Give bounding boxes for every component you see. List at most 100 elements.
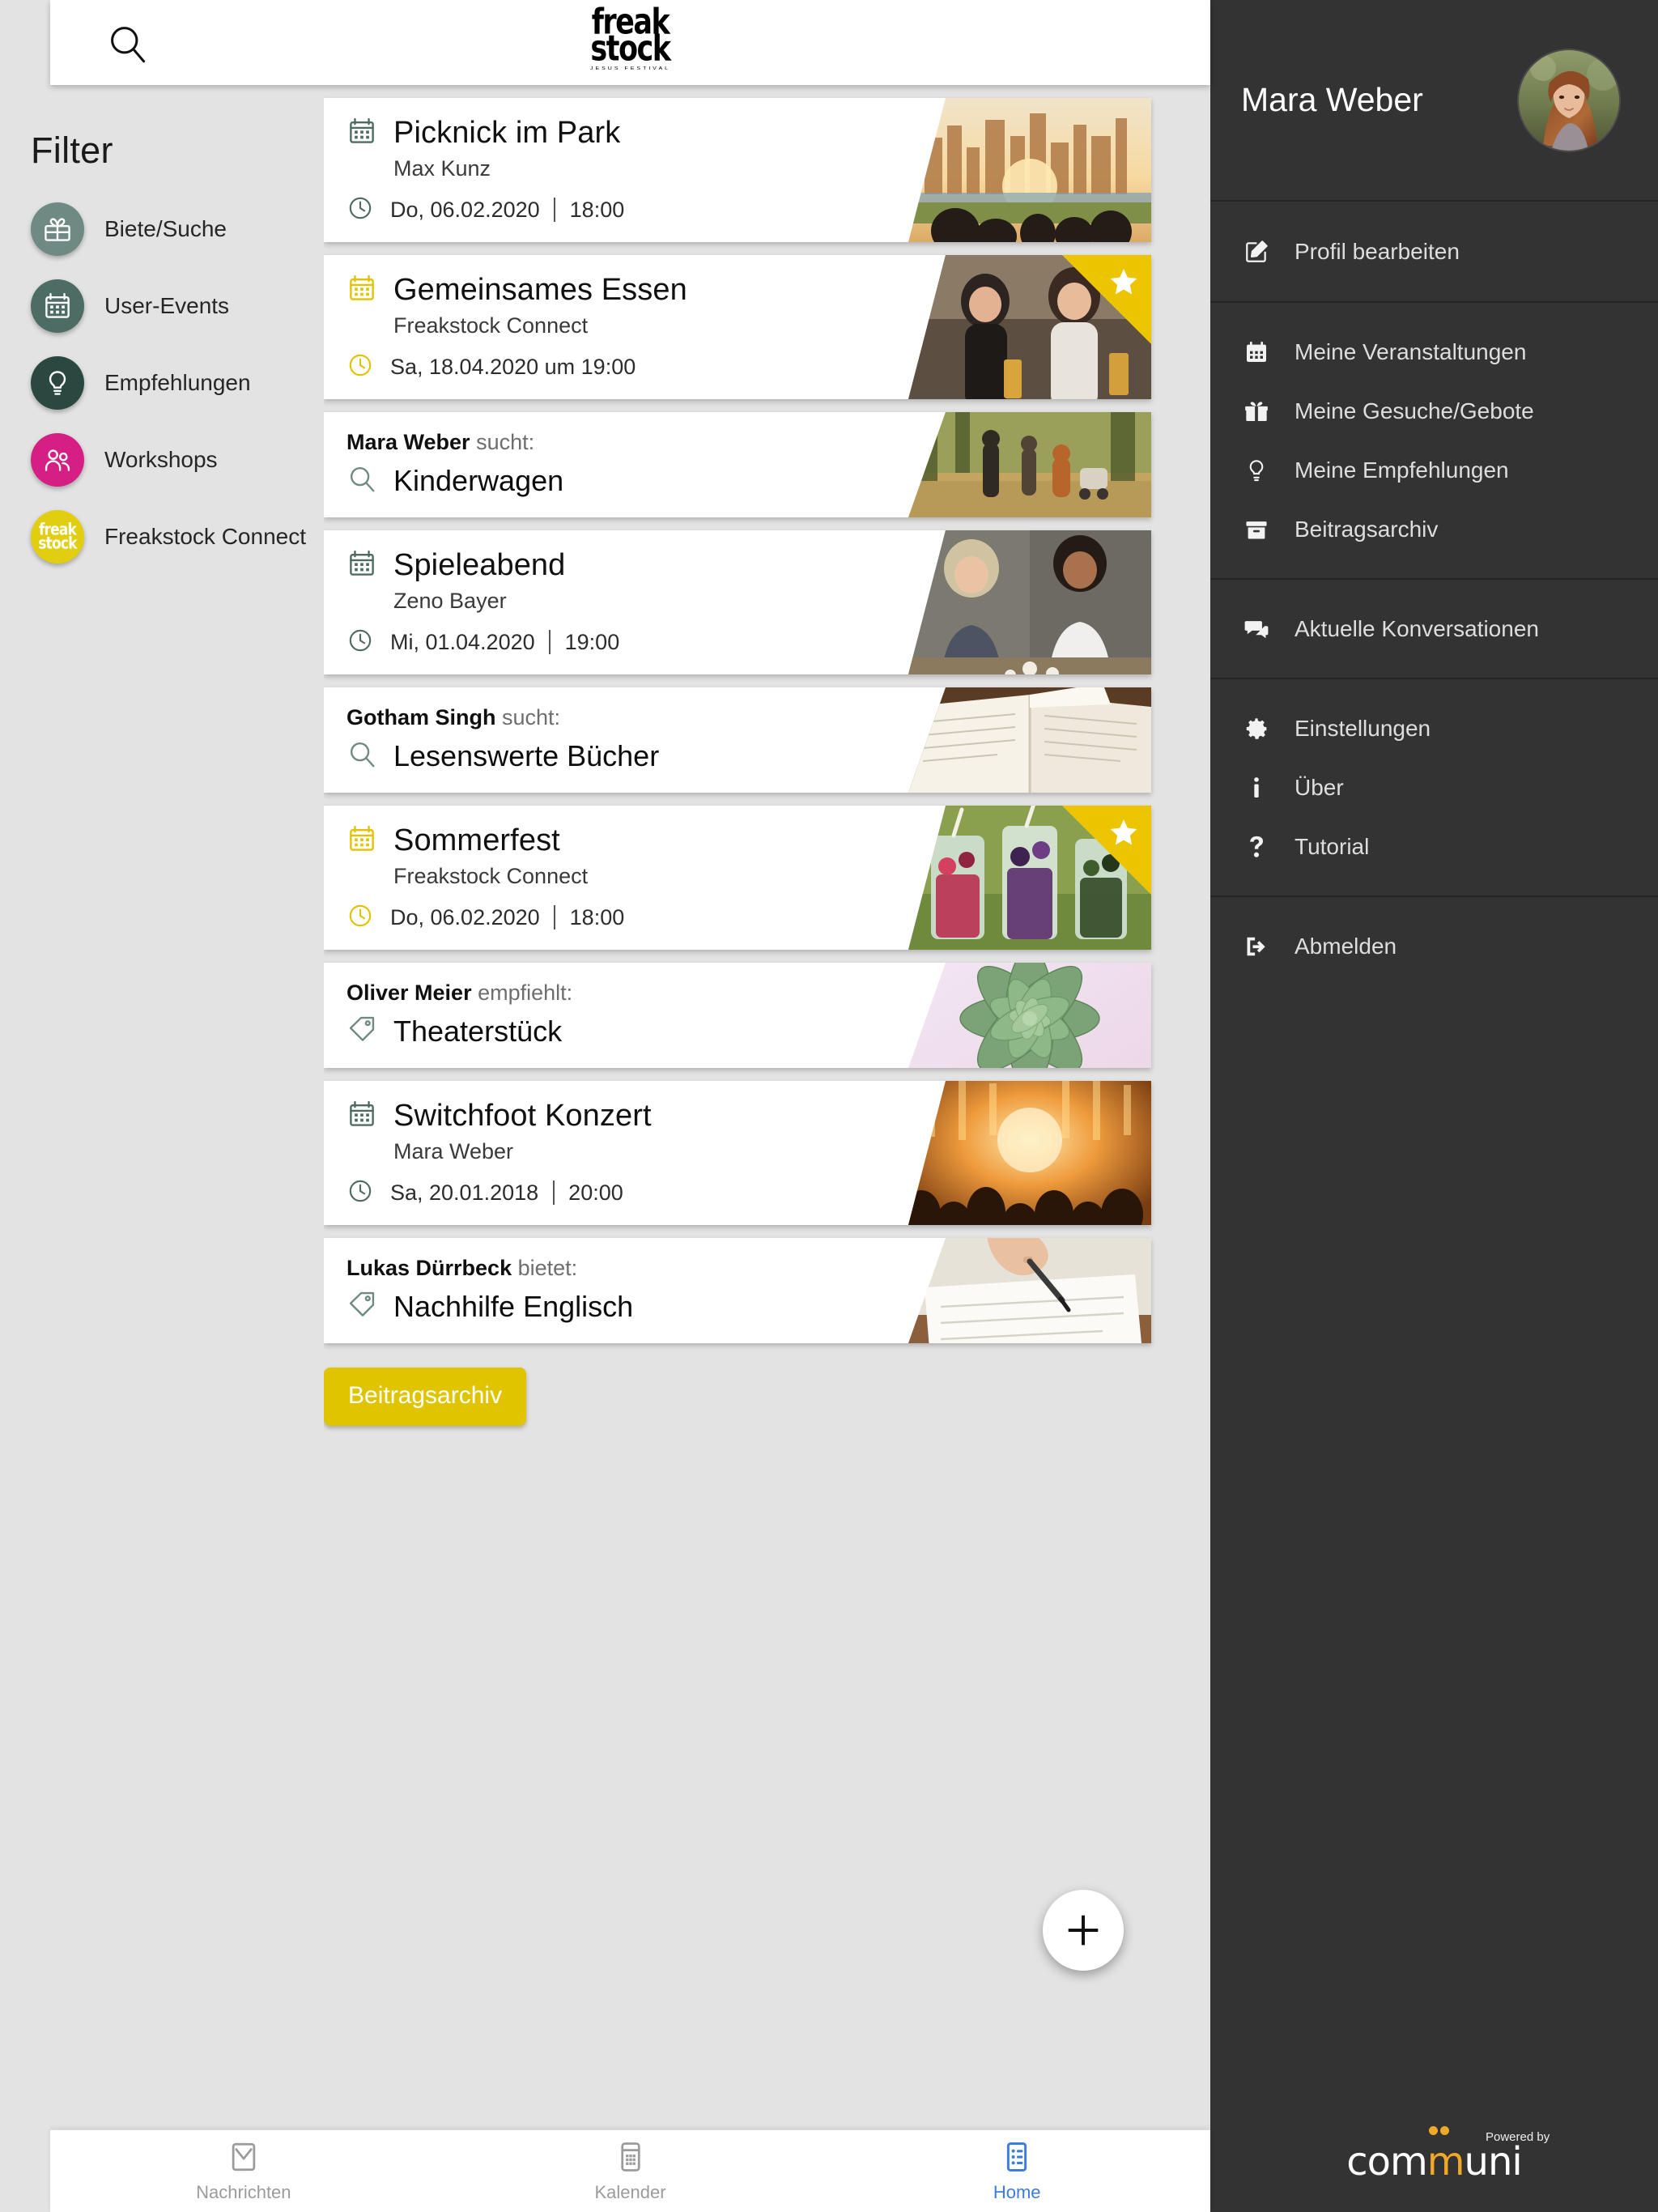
- nav-item-nachrichten[interactable]: Nachrichten: [50, 2139, 437, 2203]
- communi-footer-logo: Powered by com muni: [1210, 2126, 1658, 2184]
- card-date-row: Sa, 20.01.2018 20:00: [346, 1177, 1151, 1209]
- sidebar-item-meine-veranstaltungen[interactable]: Meine Veranstaltungen: [1210, 322, 1658, 381]
- clock-icon: [346, 627, 374, 658]
- communi-m: m: [1427, 2126, 1465, 2184]
- feed-card[interactable]: Mara Weber sucht: Kinderwagen: [324, 412, 1151, 517]
- feed-card[interactable]: Switchfoot Konzert Mara Weber Sa, 20.01.…: [324, 1081, 1151, 1225]
- card-body: Lukas Dürrbeck bietet: Nachhilfe Englisc…: [324, 1238, 1151, 1343]
- card-date-row: Sa, 18.04.2020 um 19:00: [346, 351, 1151, 383]
- card-body: Picknick im Park Max Kunz Do, 06.02.2020…: [324, 98, 1151, 242]
- calendar-icon: [1241, 339, 1272, 365]
- filter-item-workshops[interactable]: Workshops: [31, 433, 324, 487]
- card-title: Picknick im Park: [393, 116, 621, 150]
- calendar-icon: [346, 548, 377, 583]
- sidebar-item-profil-bearbeiten[interactable]: Profil bearbeiten: [1210, 221, 1658, 282]
- filter-item-empfehlungen[interactable]: Empfehlungen: [31, 356, 324, 410]
- sidebar-item-label: Einstellungen: [1295, 715, 1431, 741]
- card-author-line: Oliver Meier empfiehlt:: [346, 981, 1151, 1006]
- filter-item-label: Freakstock Connect: [104, 524, 306, 549]
- sidebar-item-aktuelle-konversationen[interactable]: Aktuelle Konversationen: [1210, 599, 1658, 658]
- group-pad: [1210, 976, 1658, 995]
- freakstock-logo-icon: freak stock: [31, 510, 84, 564]
- search-icon[interactable]: [99, 15, 155, 71]
- sidebar-item-beitragsarchiv[interactable]: Beitragsarchiv: [1210, 500, 1658, 559]
- card-owner: Zeno Bayer: [393, 589, 507, 613]
- card-title: Lesenswerte Bücher: [393, 738, 660, 772]
- card-title-row: Switchfoot Konzert: [346, 1099, 1151, 1134]
- archive-box-icon: [1241, 517, 1272, 542]
- filter-item-freakstock-connect[interactable]: freak stock Freakstock Connect: [31, 510, 324, 564]
- sidebar-item-label: Beitragsarchiv: [1295, 516, 1439, 542]
- card-body: Oliver Meier empfiehlt: Theaterstück: [324, 963, 1151, 1068]
- nav-item-kalender[interactable]: Kalender: [437, 2139, 824, 2203]
- feed-card[interactable]: Gotham Singh sucht: Lesenswerte Bücher: [324, 687, 1151, 793]
- card-title: Gemeinsames Essen: [393, 273, 687, 307]
- feed-card[interactable]: Oliver Meier empfiehlt: Theaterstück: [324, 963, 1151, 1068]
- card-body: Gotham Singh sucht: Lesenswerte Bücher: [324, 687, 1151, 793]
- communi-pre: com: [1346, 2139, 1428, 2184]
- profile-name: Mara Weber: [1241, 81, 1423, 118]
- clock-icon: [346, 1177, 374, 1209]
- sidebar-item-label: Meine Gesuche/Gebote: [1295, 398, 1534, 423]
- feed-card[interactable]: Lukas Dürrbeck bietet: Nachhilfe Englisc…: [324, 1238, 1151, 1343]
- group-pad: [1210, 559, 1658, 578]
- sidebar-item-über[interactable]: Über: [1210, 758, 1658, 817]
- sidebar-items-mine: Meine Veranstaltungen Meine Gesuche/Gebo…: [1210, 322, 1658, 559]
- card-title-row: Picknick im Park: [346, 116, 1151, 151]
- feed-card[interactable]: Gemeinsames Essen Freakstock Connect Sa,…: [324, 255, 1151, 399]
- card-author-line: Gotham Singh sucht:: [346, 705, 1151, 730]
- calendar-icon: [346, 823, 377, 858]
- card-author: Oliver Meier: [346, 981, 472, 1005]
- sidebar-item-meine-empfehlungen[interactable]: Meine Empfehlungen: [1210, 440, 1658, 500]
- card-title: Sommerfest: [393, 823, 560, 857]
- feed-card[interactable]: Sommerfest Freakstock Connect Do, 06.02.…: [324, 806, 1151, 950]
- filter-title: Filter: [31, 130, 113, 171]
- calendar-icon: [346, 273, 377, 308]
- card-date-row: Do, 06.02.2020 18:00: [346, 902, 1151, 934]
- bulb-icon: [1241, 457, 1272, 483]
- card-verb: bietet:: [517, 1256, 578, 1280]
- group-pad: [1210, 303, 1658, 322]
- card-title-row: Sommerfest: [346, 823, 1151, 858]
- card-subject-row: Lesenswerte Bücher: [346, 738, 1151, 773]
- gear-icon: [1241, 716, 1272, 742]
- search-icon: [346, 738, 377, 773]
- card-title-row: Gemeinsames Essen: [346, 273, 1151, 308]
- filter-list: Biete/Suche User-Events Empfehlungen Works…: [31, 202, 324, 564]
- nav-item-home[interactable]: Home: [823, 2139, 1210, 2203]
- clock-icon: [346, 351, 374, 383]
- gift-icon: [1241, 398, 1272, 424]
- card-title: Kinderwagen: [393, 463, 564, 497]
- card-date: Do, 06.02.2020 18:00: [390, 905, 625, 929]
- card-body: Sommerfest Freakstock Connect Do, 06.02.…: [324, 806, 1151, 950]
- beitragsarchiv-button[interactable]: Beitragsarchiv: [324, 1368, 527, 1426]
- filter-item-label: Workshops: [104, 447, 218, 472]
- feed-card[interactable]: Spieleabend Zeno Bayer Mi, 01.04.2020 19…: [324, 530, 1151, 674]
- card-author: Gotham Singh: [346, 705, 496, 730]
- card-date: Do, 06.02.2020 18:00: [390, 198, 625, 222]
- sidebar-item-einstellungen[interactable]: Einstellungen: [1210, 699, 1658, 758]
- card-date: Sa, 18.04.2020 um 19:00: [390, 355, 636, 379]
- nav-item-label: Home: [993, 2182, 1041, 2202]
- add-post-fab[interactable]: [1043, 1890, 1124, 1971]
- profile-header[interactable]: Mara Weber: [1210, 0, 1658, 200]
- top-bar: freak stock JESUS FESTIVAL: [50, 0, 1210, 85]
- avatar[interactable]: [1519, 49, 1619, 151]
- filter-item-biete-suche[interactable]: Biete/Suche: [31, 202, 324, 256]
- card-body: Switchfoot Konzert Mara Weber Sa, 20.01.…: [324, 1081, 1151, 1225]
- sidebar-item-abmelden[interactable]: Abmelden: [1210, 917, 1658, 976]
- sidebar-group-settings: Einstellungen Über Tutorial: [1210, 678, 1658, 895]
- sidebar-item-meine-gesuche-gebote[interactable]: Meine Gesuche/Gebote: [1210, 381, 1658, 440]
- sidebar-item-label: Meine Veranstaltungen: [1295, 338, 1527, 364]
- group-pad: [1210, 897, 1658, 917]
- sidebar-items-settings: Einstellungen Über Tutorial: [1210, 699, 1658, 876]
- card-author: Mara Weber: [346, 430, 470, 454]
- sidebar-item-tutorial[interactable]: Tutorial: [1210, 817, 1658, 876]
- filter-item-user-events[interactable]: User-Events: [31, 279, 324, 333]
- group-pad: [1210, 202, 1658, 221]
- chat-bubbles-icon: [1241, 616, 1272, 642]
- card-body: Gemeinsames Essen Freakstock Connect Sa,…: [324, 255, 1151, 399]
- logo-subtitle: JESUS FESTIVAL: [589, 66, 671, 71]
- feed-card[interactable]: Picknick im Park Max Kunz Do, 06.02.2020…: [324, 98, 1151, 242]
- gift-icon: [31, 202, 84, 256]
